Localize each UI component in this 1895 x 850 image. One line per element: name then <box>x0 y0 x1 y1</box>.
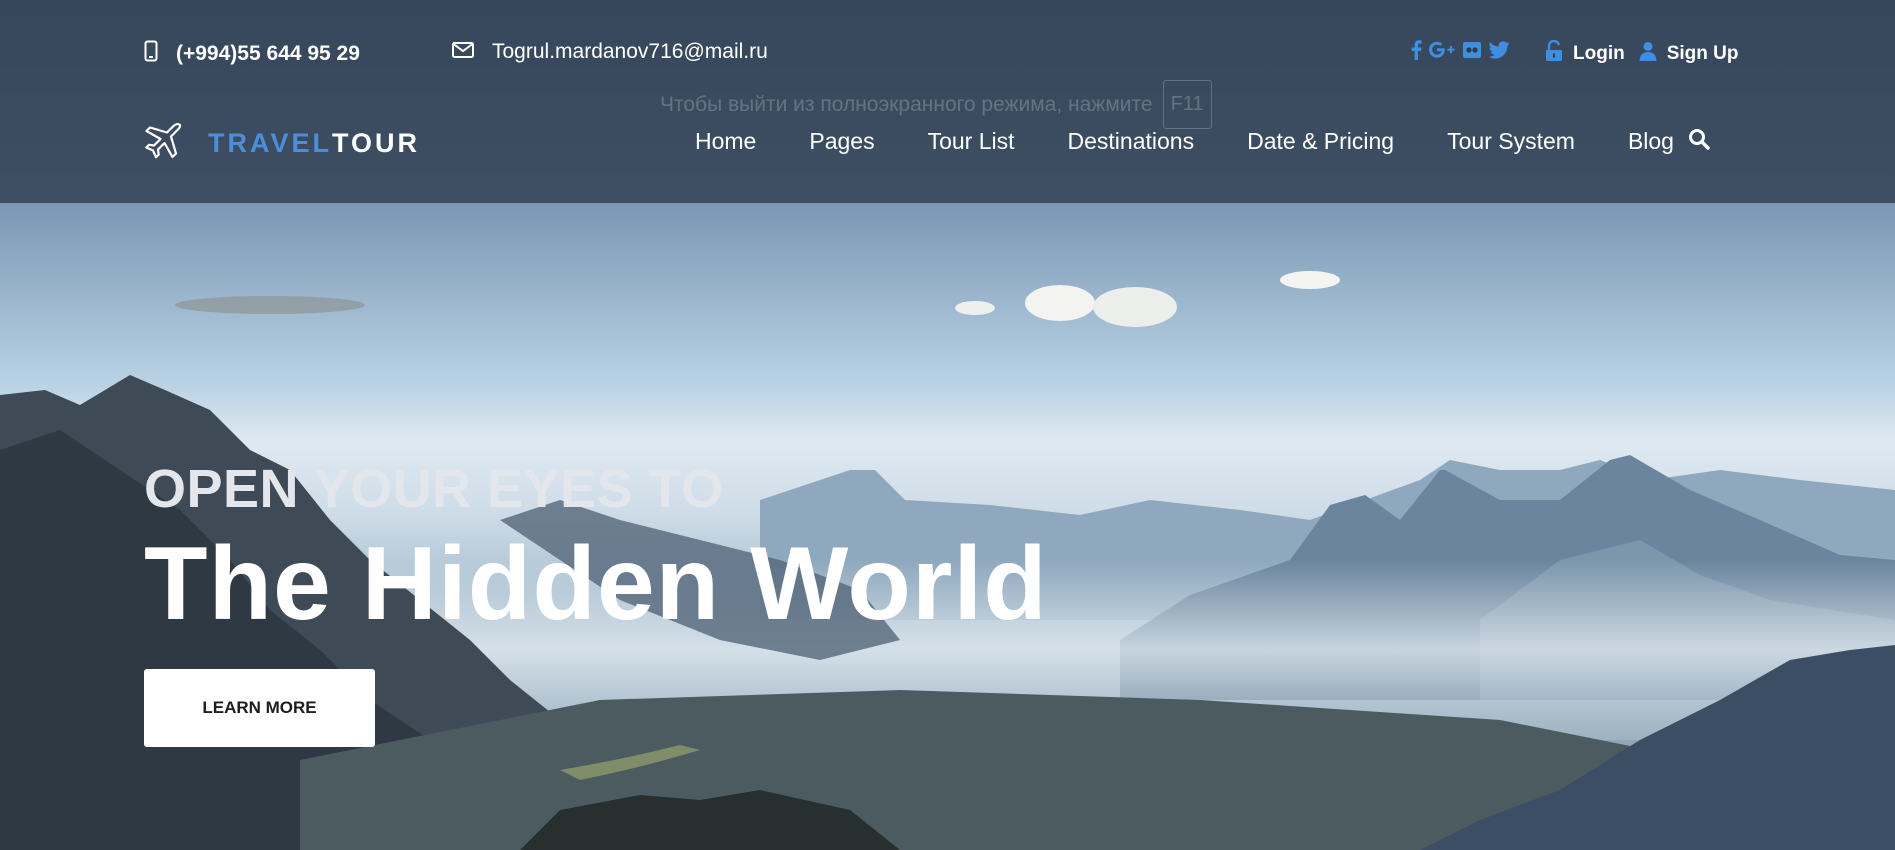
nav-item-blog[interactable]: Blog <box>1628 128 1674 155</box>
logo-text-travel: TRAVEL <box>208 128 332 158</box>
twitter-icon[interactable] <box>1488 41 1510 65</box>
site-header: (+994)55 644 95 29 Togrul.mardanov716@ma… <box>0 0 1895 203</box>
nav-item-date-pricing[interactable]: Date & Pricing <box>1247 128 1394 155</box>
mobile-phone-icon <box>144 40 158 68</box>
signup-link[interactable]: Sign Up <box>1667 43 1739 65</box>
learn-more-button[interactable]: LEARN MORE <box>144 669 375 747</box>
nav-item-home[interactable]: Home <box>695 128 756 155</box>
email-contact: Togrul.mardanov716@mail.ru <box>452 40 768 64</box>
nav-item-destinations[interactable]: Destinations <box>1068 128 1195 155</box>
unlock-icon <box>1545 39 1563 67</box>
logo-text-tour: TOUR <box>332 128 421 158</box>
facebook-icon[interactable] <box>1410 40 1422 66</box>
phone-contact: (+994)55 644 95 29 <box>144 40 360 68</box>
envelope-icon <box>452 40 474 64</box>
login-link[interactable]: Login <box>1573 43 1625 65</box>
site-logo[interactable]: TRAVEL TOUR <box>144 122 420 165</box>
google-plus-icon[interactable] <box>1428 40 1456 66</box>
nav-item-tour-system[interactable]: Tour System <box>1447 128 1575 155</box>
flickr-icon[interactable] <box>1462 40 1482 66</box>
nav-item-pages[interactable]: Pages <box>809 128 874 155</box>
fullscreen-hint-key: F11 <box>1162 80 1212 129</box>
hero-eyebrow: OPEN YOUR EYES TO <box>144 459 724 519</box>
social-links <box>1410 40 1510 66</box>
hero-headline: The Hidden World <box>144 526 1048 642</box>
search-icon[interactable] <box>1688 128 1710 155</box>
fullscreen-exit-hint: Чтобы выйти из полноэкранного режима, на… <box>660 80 1212 129</box>
fullscreen-hint-text: Чтобы выйти из полноэкранного режима, на… <box>660 92 1153 116</box>
top-bar: (+994)55 644 95 29 Togrul.mardanov716@ma… <box>0 0 1895 129</box>
nav-item-tour-list[interactable]: Tour List <box>928 128 1015 155</box>
user-icon <box>1639 41 1657 66</box>
main-nav: Home Pages Tour List Destinations Date &… <box>695 128 1710 155</box>
airplane-icon <box>144 122 184 165</box>
phone-number: (+994)55 644 95 29 <box>176 42 360 65</box>
email-address[interactable]: Togrul.mardanov716@mail.ru <box>492 40 768 64</box>
auth-links: Login Sign Up <box>1545 39 1739 67</box>
